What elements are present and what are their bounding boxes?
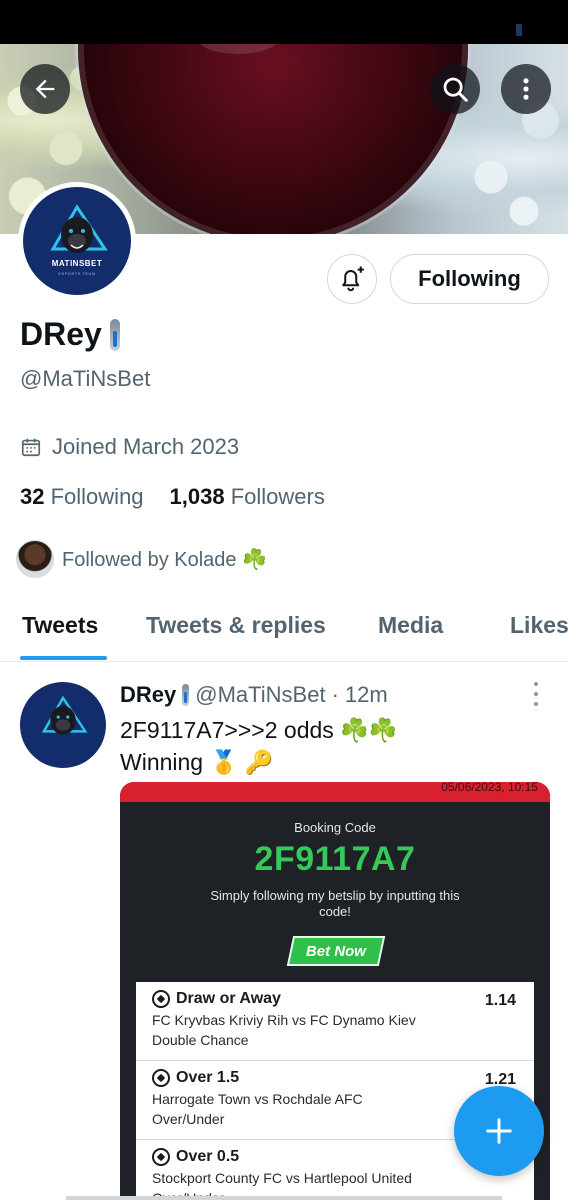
tweet-author-handle: @MaTiNsBet [195,682,326,707]
slip-description: Simply following my betslip by inputting… [210,888,460,919]
tab-tweets[interactable]: Tweets [22,612,98,639]
followers-count: 1,038 [169,484,225,509]
joined-date: Joined March 2023 [20,434,239,460]
gorilla-logo-icon [41,695,88,735]
pick-title: Over 1.5 [176,1069,240,1086]
football-icon [152,990,170,1008]
profile-avatar[interactable]: MATINSBET ESPORTS TEAM [18,182,136,300]
notifications-button[interactable] [327,254,377,304]
tweet-header: DRey @MaTiNsBet · 12m [120,682,388,708]
dot [534,692,538,696]
bell-plus-icon [342,266,364,292]
thermometer-emoji-icon [182,684,190,706]
avatar-logo: MATINSBET ESPORTS TEAM [23,187,131,295]
avatar-logo-text: MATINSBET [51,259,103,268]
followers-label: Followers [230,484,325,509]
followed-by[interactable]: Followed by Kolade ☘️ [16,540,267,578]
pick-match: FC Kryvbas Kriviy Rih vs FC Dynamo Kiev [152,1012,416,1028]
glass-shine [198,44,278,54]
tweet-text-line: 2F9117A7>>>2 odds ☘️☘️ [120,717,398,743]
tweet-text: 2F9117A7>>>2 odds ☘️☘️ Winning 🥇 🔑 [120,714,397,778]
tab-media[interactable]: Media [378,612,443,639]
search-icon [443,77,468,102]
battery-icon [516,24,522,36]
booking-code: 2F9117A7 [254,840,416,878]
compose-tweet-button[interactable] [454,1086,544,1176]
status-bar [0,0,568,44]
tweet-author-name[interactable]: DRey [120,682,176,708]
following-count-link[interactable]: 32 Following [20,484,144,510]
pick-title-row: Over 1.5 [152,1069,518,1087]
gorilla-logo-icon [50,204,108,253]
back-button[interactable] [20,64,70,114]
profile-handle: @MaTiNsBet [20,366,151,391]
followers-count-link[interactable]: 1,038 Followers [170,484,325,510]
football-icon [152,1148,170,1166]
joined-text: Joined March 2023 [52,434,240,459]
booking-code-label: Booking Code [294,820,376,835]
home-indicator [66,1196,502,1200]
slip-date: 05/06/2023, 10:15 [441,782,538,794]
football-icon [152,1069,170,1087]
avatar-logo-subtext: ESPORTS TEAM [58,271,96,276]
following-button[interactable]: Following [390,254,549,304]
banner-wine-glass [78,44,468,234]
pick-odds: 1.14 [484,992,516,1009]
plus-icon [486,1118,512,1144]
pick-match: Stockport County FC vs Hartlepool United [152,1170,412,1186]
profile-display-name: DRey [20,316,120,353]
more-button[interactable] [501,64,551,114]
arrow-left-icon [35,79,55,99]
pick-title: Draw or Away [176,990,281,1007]
profile-tabs: Tweets Tweets & replies Media Likes [0,602,568,662]
bet-now-label: Bet Now [306,942,366,960]
pick-market: Double Chance [152,1032,249,1048]
followed-by-text: Followed by Kolade ☘️ [62,548,268,571]
follow-counts: 32 Following 1,038 Followers [20,484,325,510]
tab-likes[interactable]: Likes [510,612,568,639]
tweet-separator: · [331,682,339,707]
tweet-time: 12m [344,682,388,707]
bet-now-button: Bet Now [286,936,386,966]
search-button[interactable] [430,64,480,114]
following-count: 32 [20,484,45,509]
thermometer-emoji-icon [109,318,120,351]
active-tab-indicator [20,656,107,660]
slip-header-bar: 05/06/2023, 10:15 [120,782,550,802]
pick-title: Over 0.5 [176,1148,240,1165]
pick-title-row: Draw or Away [152,990,518,1008]
dot [534,682,538,686]
calendar-icon [21,438,41,457]
more-vertical-icon [523,78,529,100]
dot [534,702,538,706]
following-label: Following [50,484,144,509]
tweet-avatar[interactable] [20,682,106,768]
tweet-more-button[interactable] [526,682,546,706]
pick-item: Draw or Away 1.14 FC Kryvbas Kriviy Rih … [136,982,534,1061]
follower-avatar [16,540,54,578]
tweet-text-line: Winning 🥇 🔑 [120,749,274,775]
tab-tweets-replies[interactable]: Tweets & replies [146,612,326,639]
display-name-text: DRey [20,316,102,352]
